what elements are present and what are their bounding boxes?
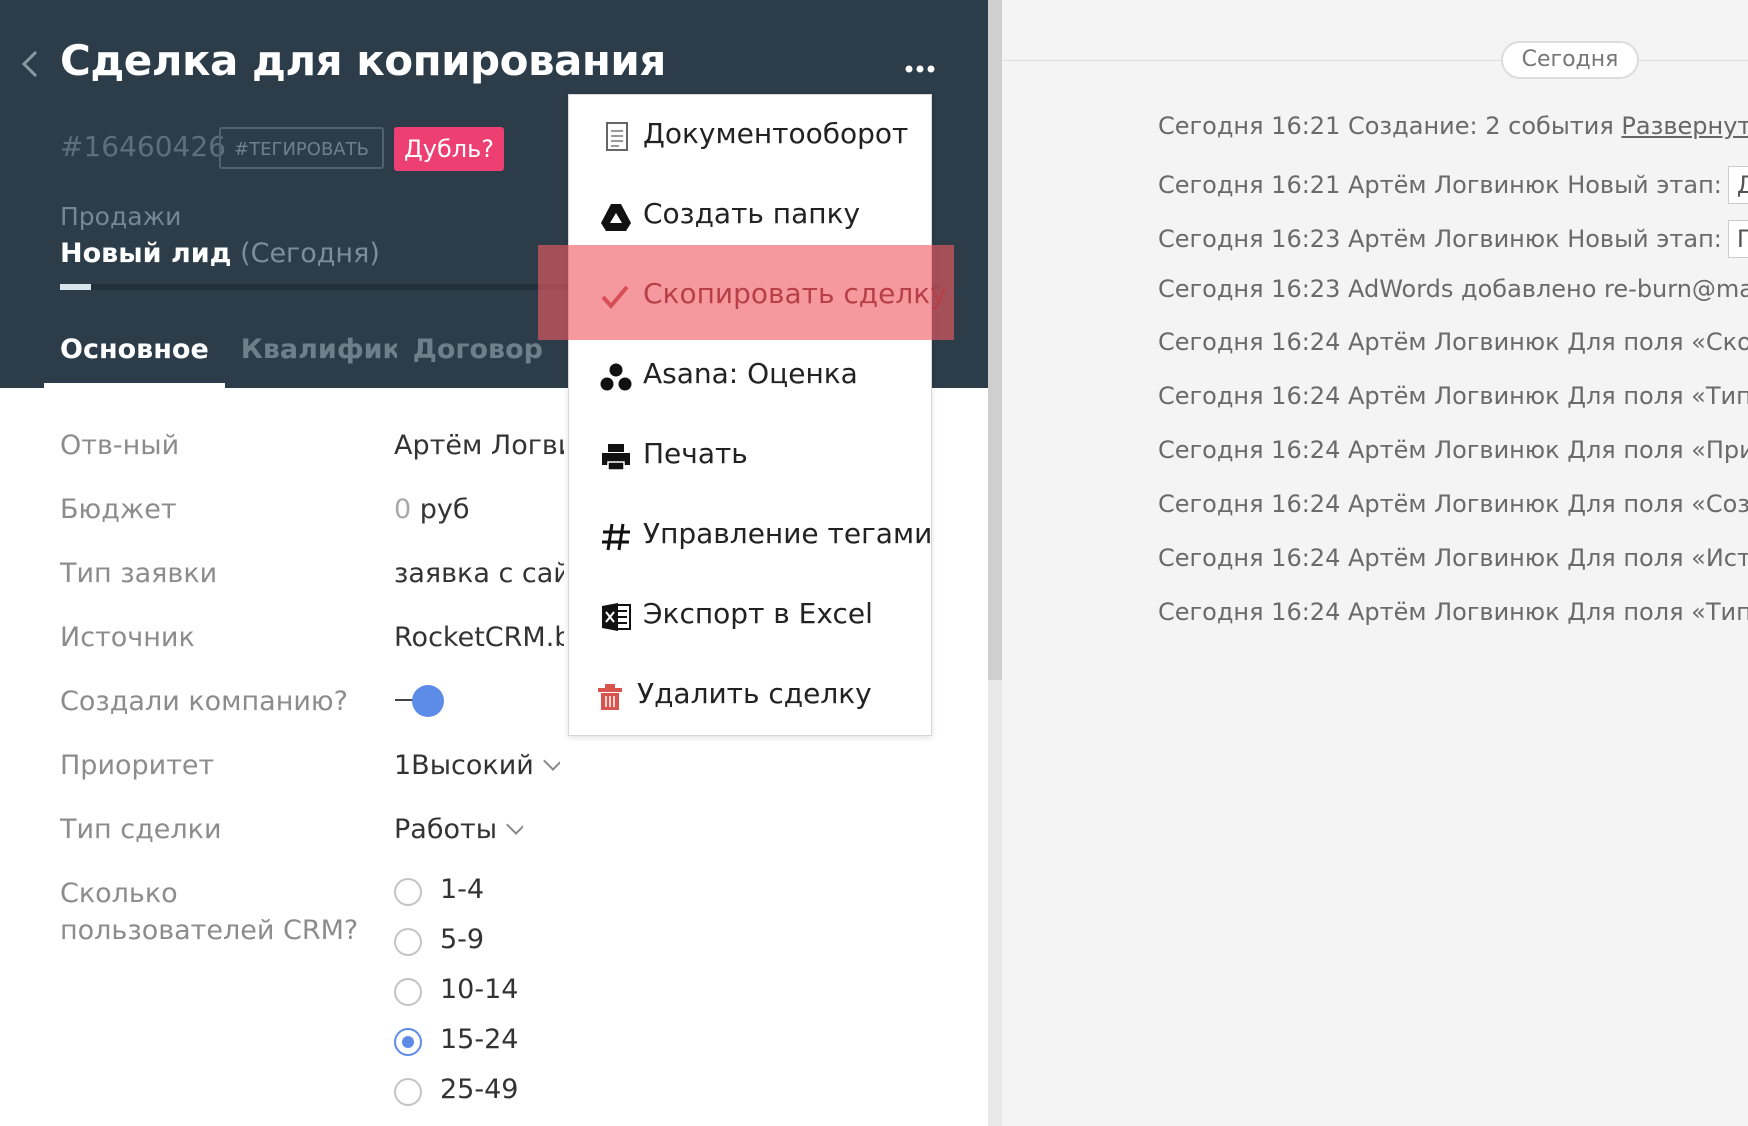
radio-circle-checked — [394, 1028, 422, 1056]
trash-icon — [598, 684, 622, 710]
pipeline-name: Продажи — [60, 202, 182, 231]
feed-row-text: Сегодня 16:23 Артём Логвинюк Новый этап: — [1158, 225, 1722, 253]
duplicate-button[interactable]: Дубль? — [394, 127, 504, 171]
deal-title: Сделка для копирования — [60, 36, 666, 85]
menu-item-label: Asana: Оценка — [643, 357, 858, 390]
radio-label: 1-4 — [440, 874, 485, 905]
radio-label: 10-14 — [440, 974, 519, 1005]
menu-item-copy-deal[interactable]: Скопировать сделку — [569, 267, 947, 327]
menu-item-label: Экспорт в Excel — [643, 597, 873, 630]
deal-id: #16460426 — [60, 130, 226, 163]
radio-label: 25-49 — [440, 1074, 519, 1105]
tab-main[interactable]: Основное — [44, 330, 225, 388]
more-dots-icon — [905, 65, 935, 73]
priority-select[interactable]: 1Высокий — [394, 750, 560, 781]
radio-circle — [394, 978, 422, 1006]
tab-bar: ОсновноеКвалификацияДоговорRo — [44, 330, 599, 388]
actions-menu: Документооборот Создать папку Скопироват… — [568, 94, 947, 736]
menu-item-document-flow[interactable]: Документооборот — [569, 107, 931, 167]
stage-time: (Сегодня) — [240, 238, 380, 269]
feed-row: Сегодня 16:24 Артём Логвинюк Для поля «Т… — [1158, 598, 1748, 626]
asana-icon — [600, 363, 632, 391]
chevron-left-icon — [21, 50, 38, 78]
menu-item-print[interactable]: Печать — [569, 427, 931, 487]
excel-icon — [602, 603, 631, 631]
menu-item-label: Скопировать сделку — [643, 277, 947, 310]
budget-amount: 0 — [394, 494, 412, 525]
users-count-label-line1: Сколько — [60, 878, 178, 909]
printer-icon — [602, 444, 630, 471]
feed-row: Сегодня 16:24 Артём Логвинюк Для поля «И… — [1158, 544, 1748, 572]
feed-row: Сегодня 16:21 Артём Логвинюк Новый этап:… — [1158, 166, 1748, 204]
google-drive-icon — [601, 204, 631, 231]
menu-item-label: Удалить сделку — [637, 677, 872, 710]
checkmark-icon — [601, 285, 629, 310]
chevron-down-icon — [542, 751, 560, 771]
source-value[interactable]: RocketCRM.bz — [394, 622, 564, 653]
feed-row: Сегодня 16:24 Артём Логвинюк Для поля «С… — [1158, 490, 1748, 518]
menu-item-export-excel[interactable]: Экспорт в Excel — [569, 587, 931, 647]
chevron-down-icon — [506, 815, 524, 835]
tab-qualification[interactable]: Квалификация — [225, 330, 397, 388]
company-created-toggle[interactable] — [395, 685, 445, 717]
deal-type-select[interactable]: Работы — [394, 814, 524, 845]
radio-circle — [394, 878, 422, 906]
menu-item-label: Создать папку — [643, 197, 861, 230]
deal-type-label: Тип сделки — [60, 814, 222, 845]
menu-item-label: Печать — [643, 437, 748, 470]
source-label: Источник — [60, 622, 195, 653]
stage-progress-fill — [60, 284, 91, 290]
feed-date-pill: Сегодня — [1501, 41, 1639, 79]
menu-item-asana[interactable]: Asana: Оценка — [569, 347, 931, 407]
scrollbar-thumb[interactable] — [988, 0, 1002, 680]
menu-item-delete-deal[interactable]: Удалить сделку — [569, 667, 931, 727]
request-type-label: Тип заявки — [60, 558, 218, 589]
scrollbar[interactable] — [988, 0, 1002, 1126]
users-count-label-line2: пользователей CRM? — [60, 915, 359, 946]
back-button[interactable] — [18, 46, 48, 82]
menu-item-manage-tags[interactable]: Управление тегами — [569, 507, 933, 567]
feed-row: Сегодня 16:24 Артём Логвинюк Для поля «П… — [1158, 436, 1748, 464]
responsible-label: Отв-ный — [60, 430, 180, 461]
feed-row-text: Сегодня 16:21 Создание: 2 события — [1158, 112, 1614, 140]
stage-selector[interactable]: Новый лид (Сегодня) — [60, 238, 380, 269]
radio-label: 5-9 — [440, 924, 485, 955]
tag-button[interactable]: #ТЕГИРОВАТЬ — [219, 127, 384, 169]
responsible-value[interactable]: Артём Логвинюк — [394, 430, 564, 461]
stage-box: Демо — [1727, 166, 1748, 204]
stage-name: Новый лид — [60, 238, 232, 269]
budget-currency: руб — [419, 494, 470, 525]
document-icon — [606, 122, 628, 151]
stage-box: Прода — [1727, 220, 1748, 258]
radio-circle — [394, 928, 422, 956]
expand-link[interactable]: Развернуть — [1621, 112, 1748, 140]
feed-row: Сегодня 16:24 Артём Логвинюк Для поля «С… — [1158, 328, 1748, 356]
radio-label: 15-24 — [440, 1024, 519, 1055]
budget-value[interactable]: 0 руб — [394, 494, 470, 525]
deal-type-value: Работы — [394, 814, 498, 845]
more-button[interactable] — [898, 44, 942, 84]
budget-label: Бюджет — [60, 494, 177, 525]
menu-item-label: Управление тегами — [643, 517, 933, 550]
menu-item-create-folder[interactable]: Создать папку — [569, 187, 931, 247]
feed-row-text: Сегодня 16:21 Артём Логвинюк Новый этап: — [1158, 171, 1722, 199]
feed-row: Сегодня 16:23 AdWords добавлено re-burn@… — [1158, 275, 1748, 303]
menu-item-label: Документооборот — [643, 117, 909, 150]
feed-row: Сегодня 16:24 Артём Логвинюк Для поля «Т… — [1158, 382, 1748, 410]
request-type-value[interactable]: заявка с сайта — [394, 558, 564, 589]
priority-value: 1Высокий — [394, 750, 534, 781]
radio-circle — [394, 1078, 422, 1106]
hashtag-icon — [602, 523, 630, 551]
company-created-label: Создали компанию? — [60, 686, 348, 717]
priority-label: Приоритет — [60, 750, 215, 781]
toggle-knob — [412, 685, 444, 717]
feed-row: Сегодня 16:21 Создание: 2 события Развер… — [1158, 112, 1748, 150]
tab-contract[interactable]: Договор — [397, 330, 559, 388]
feed-row: Сегодня 16:23 Артём Логвинюк Новый этап:… — [1158, 220, 1748, 258]
